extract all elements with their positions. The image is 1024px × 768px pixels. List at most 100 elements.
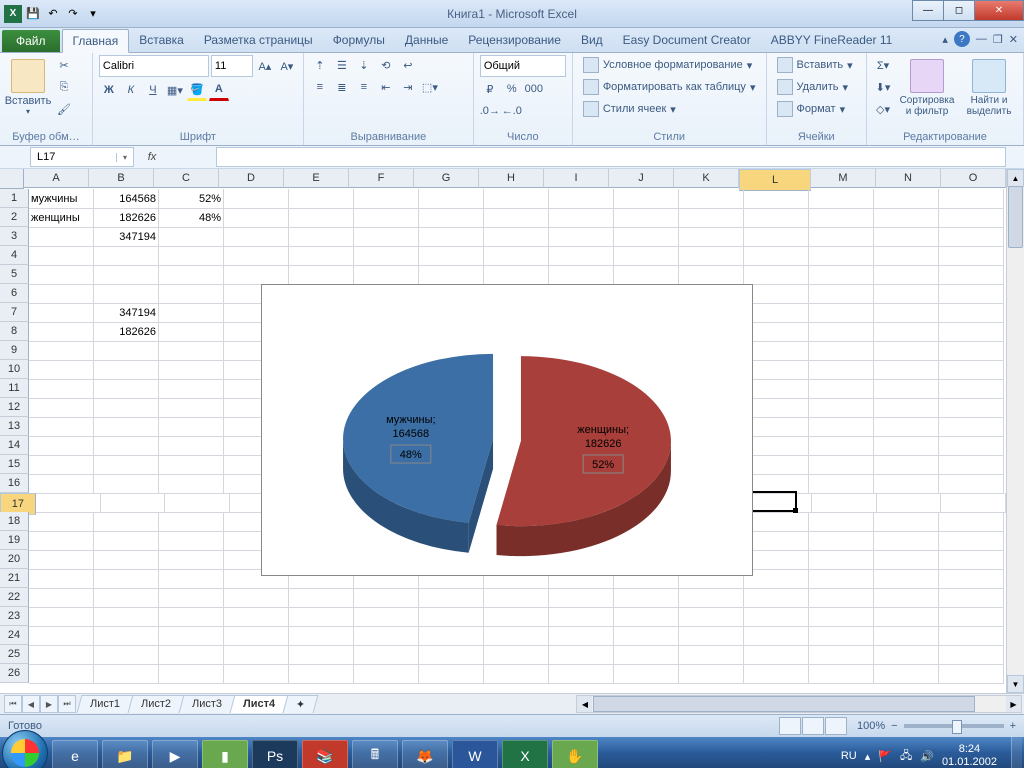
ribbon-tab-8[interactable]: ABBYY FineReader 11 bbox=[761, 29, 903, 52]
cell-A26[interactable] bbox=[29, 664, 94, 684]
align-center-icon[interactable]: ≣ bbox=[332, 77, 352, 97]
cell-L8[interactable] bbox=[744, 322, 809, 342]
insert-cells-button[interactable]: Вставить▾ bbox=[773, 55, 857, 75]
cell-M8[interactable] bbox=[809, 322, 874, 342]
cell-L13[interactable] bbox=[744, 417, 809, 437]
cell-B23[interactable] bbox=[94, 607, 159, 627]
decrease-indent-icon[interactable]: ⇤ bbox=[376, 77, 396, 97]
vertical-scrollbar[interactable]: ▲ ▼ bbox=[1006, 169, 1024, 693]
row-header-18[interactable]: 18 bbox=[0, 512, 29, 531]
cell-B10[interactable] bbox=[94, 360, 159, 380]
cell-E23[interactable] bbox=[289, 607, 354, 627]
font-name-select[interactable] bbox=[99, 55, 209, 77]
cell-D1[interactable] bbox=[224, 189, 289, 209]
cell-C11[interactable] bbox=[159, 379, 224, 399]
cell-K2[interactable] bbox=[679, 208, 744, 228]
cell-G23[interactable] bbox=[419, 607, 484, 627]
cell-A20[interactable] bbox=[29, 550, 94, 570]
cell-B24[interactable] bbox=[94, 626, 159, 646]
border-button[interactable]: ▦▾ bbox=[165, 80, 185, 100]
cell-L22[interactable] bbox=[744, 588, 809, 608]
cell-A22[interactable] bbox=[29, 588, 94, 608]
cell-N24[interactable] bbox=[874, 626, 939, 646]
cell-E2[interactable] bbox=[289, 208, 354, 228]
conditional-formatting-button[interactable]: Условное форматирование▾ bbox=[579, 55, 756, 75]
cell-D22[interactable] bbox=[224, 588, 289, 608]
page-layout-view-button[interactable] bbox=[802, 717, 824, 735]
zoom-in-button[interactable]: + bbox=[1010, 720, 1016, 732]
cell-N20[interactable] bbox=[874, 550, 939, 570]
row-header-5[interactable]: 5 bbox=[0, 265, 29, 284]
cell-O16[interactable] bbox=[939, 474, 1004, 494]
row-header-6[interactable]: 6 bbox=[0, 284, 29, 303]
cell-C6[interactable] bbox=[159, 284, 224, 304]
cell-C22[interactable] bbox=[159, 588, 224, 608]
taskbar-firefox-icon[interactable]: 🦊 bbox=[402, 740, 448, 768]
cell-B11[interactable] bbox=[94, 379, 159, 399]
cell-B26[interactable] bbox=[94, 664, 159, 684]
cell-A4[interactable] bbox=[29, 246, 94, 266]
sheet-tab-3[interactable]: Лист4 bbox=[230, 695, 289, 713]
cell-M23[interactable] bbox=[809, 607, 874, 627]
cell-O22[interactable] bbox=[939, 588, 1004, 608]
undo-icon[interactable]: ↶ bbox=[44, 5, 62, 23]
cell-B16[interactable] bbox=[94, 474, 159, 494]
cell-M3[interactable] bbox=[809, 227, 874, 247]
col-header-A[interactable]: A bbox=[24, 169, 89, 188]
tray-volume-icon[interactable]: 🔊 bbox=[920, 750, 934, 763]
file-tab[interactable]: Файл bbox=[2, 30, 60, 52]
mdi-minimize-icon[interactable]: — bbox=[976, 33, 987, 45]
col-header-C[interactable]: C bbox=[154, 169, 219, 188]
cell-O1[interactable] bbox=[939, 189, 1004, 209]
format-as-table-button[interactable]: Форматировать как таблицу▾ bbox=[579, 77, 760, 97]
cell-B17[interactable] bbox=[101, 493, 166, 513]
cell-C1[interactable]: 52% bbox=[159, 189, 224, 209]
cell-C25[interactable] bbox=[159, 645, 224, 665]
cell-N11[interactable] bbox=[874, 379, 939, 399]
col-header-J[interactable]: J bbox=[609, 169, 674, 188]
cell-N17[interactable] bbox=[877, 493, 942, 513]
minimize-button[interactable]: — bbox=[912, 0, 944, 21]
cell-N8[interactable] bbox=[874, 322, 939, 342]
row-header-10[interactable]: 10 bbox=[0, 360, 29, 379]
tray-chevron-icon[interactable]: ▴ bbox=[865, 750, 871, 763]
cell-J3[interactable] bbox=[614, 227, 679, 247]
cell-C9[interactable] bbox=[159, 341, 224, 361]
cell-B18[interactable] bbox=[94, 512, 159, 532]
cell-C21[interactable] bbox=[159, 569, 224, 589]
cell-F24[interactable] bbox=[354, 626, 419, 646]
cell-O9[interactable] bbox=[939, 341, 1004, 361]
cell-O25[interactable] bbox=[939, 645, 1004, 665]
italic-button[interactable]: К bbox=[121, 80, 141, 100]
cell-N9[interactable] bbox=[874, 341, 939, 361]
save-icon[interactable]: 💾 bbox=[24, 5, 42, 23]
embedded-pie-chart[interactable]: женщины;18262652%мужчины;16456848% bbox=[261, 284, 753, 576]
cell-L6[interactable] bbox=[744, 284, 809, 304]
cell-L17[interactable] bbox=[747, 493, 812, 513]
cell-C7[interactable] bbox=[159, 303, 224, 323]
taskbar-ie-icon[interactable]: e bbox=[52, 740, 98, 768]
cell-A1[interactable]: мужчины bbox=[29, 189, 94, 209]
cell-L2[interactable] bbox=[744, 208, 809, 228]
cell-B5[interactable] bbox=[94, 265, 159, 285]
col-header-O[interactable]: O bbox=[941, 169, 1006, 188]
cell-A9[interactable] bbox=[29, 341, 94, 361]
cell-C3[interactable] bbox=[159, 227, 224, 247]
cell-M11[interactable] bbox=[809, 379, 874, 399]
cell-N5[interactable] bbox=[874, 265, 939, 285]
cell-B1[interactable]: 164568 bbox=[94, 189, 159, 209]
cell-O17[interactable] bbox=[941, 493, 1006, 513]
cell-E5[interactable] bbox=[289, 265, 354, 285]
column-headers[interactable]: ABCDEFGHIJKLMNO bbox=[24, 169, 1006, 188]
cell-I24[interactable] bbox=[549, 626, 614, 646]
cell-H25[interactable] bbox=[484, 645, 549, 665]
tray-network-icon[interactable]: 🖧 bbox=[900, 747, 912, 766]
cell-L14[interactable] bbox=[744, 436, 809, 456]
cell-M17[interactable] bbox=[812, 493, 877, 513]
cell-L5[interactable] bbox=[744, 265, 809, 285]
cell-M16[interactable] bbox=[809, 474, 874, 494]
cell-N6[interactable] bbox=[874, 284, 939, 304]
cell-G1[interactable] bbox=[419, 189, 484, 209]
cell-E25[interactable] bbox=[289, 645, 354, 665]
normal-view-button[interactable] bbox=[779, 717, 801, 735]
